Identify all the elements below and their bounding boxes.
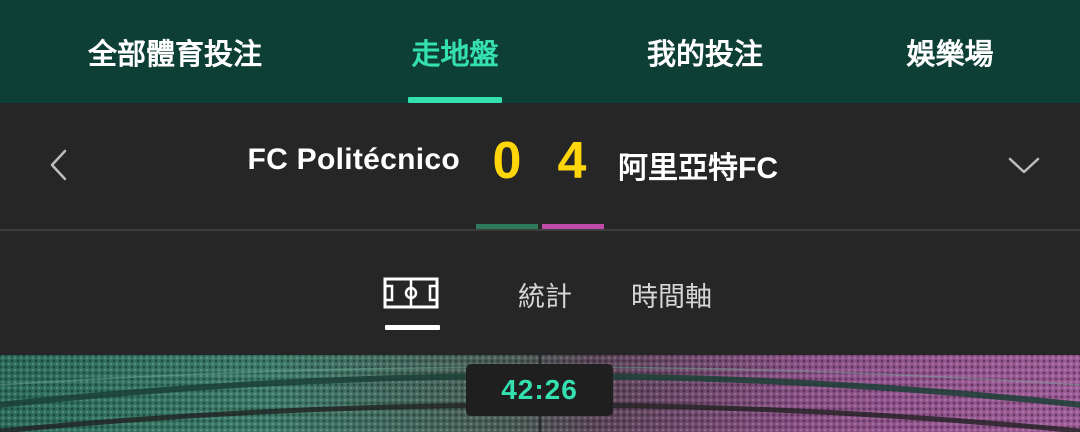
score-bar: FC Politécnico 0 4 阿里亞特FC <box>0 103 1080 229</box>
match-sub-tabs: 統計 時間軸 <box>0 231 1080 355</box>
tab-my-bets[interactable]: 我的投注 <box>610 0 800 103</box>
match-clock: 42:26 <box>466 364 613 416</box>
tab-casino[interactable]: 娛樂場 <box>880 0 1020 103</box>
tab-stats[interactable]: 統計 <box>518 275 572 314</box>
tab-timeline[interactable]: 時間軸 <box>631 275 712 314</box>
active-subtab-indicator <box>385 325 440 330</box>
home-score: 0 <box>492 132 522 190</box>
pitch-icon[interactable] <box>383 277 439 309</box>
chevron-left-icon[interactable] <box>38 145 78 185</box>
away-team-name: 阿里亞特FC <box>618 152 778 185</box>
top-nav: 全部體育投注 走地盤 我的投注 娛樂場 <box>0 0 1080 103</box>
away-score: 4 <box>557 132 587 190</box>
tab-all-sports[interactable]: 全部體育投注 <box>60 0 290 103</box>
home-team-name: FC Politécnico <box>247 143 460 176</box>
chevron-down-icon[interactable] <box>1004 145 1044 185</box>
tab-in-play[interactable]: 走地盤 <box>370 0 540 103</box>
